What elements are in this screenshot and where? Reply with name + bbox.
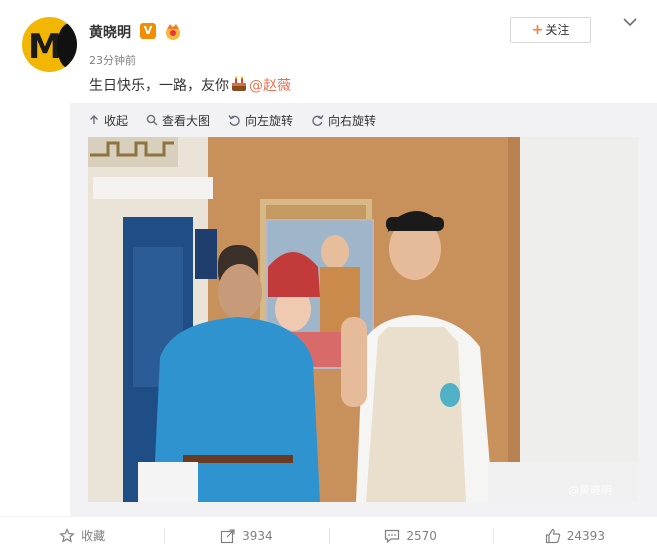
comment-icon bbox=[385, 529, 400, 543]
comment-button[interactable]: 2570 bbox=[328, 517, 493, 554]
verified-badge-icon: V bbox=[140, 23, 156, 39]
post-text-main: 生日快乐，一路，友你 bbox=[89, 78, 229, 94]
post-photo[interactable] bbox=[88, 137, 638, 502]
image-toolbar: 收起 查看大图 向左旋转 向右旋转 bbox=[88, 110, 394, 130]
post-text: 生日快乐，一路，友你 @赵薇 bbox=[89, 75, 291, 95]
crown-icon bbox=[166, 24, 180, 40]
photo-illustration bbox=[88, 137, 638, 502]
repost-icon bbox=[220, 528, 235, 543]
action-bar: 收藏 3934 2570 24393 bbox=[0, 516, 657, 554]
post-time[interactable]: 23分钟前 bbox=[89, 52, 136, 68]
mention-link[interactable]: @赵薇 bbox=[249, 78, 291, 94]
view-large-label: 查看大图 bbox=[162, 113, 211, 128]
rotate-right-button[interactable]: 向右旋转 bbox=[311, 110, 376, 130]
avatar-silhouette bbox=[57, 23, 77, 69]
avatar[interactable]: M bbox=[22, 17, 77, 72]
thumb-up-icon bbox=[545, 528, 561, 543]
chevron-down-icon[interactable] bbox=[622, 14, 638, 30]
username[interactable]: 黄晓明 bbox=[89, 22, 131, 42]
photo-watermark: @黄晓明 bbox=[568, 484, 612, 497]
collapse-arrow-icon bbox=[90, 115, 98, 124]
follow-button[interactable]: + 关注 bbox=[510, 17, 591, 43]
repost-count: 3934 bbox=[242, 528, 273, 543]
like-count: 24393 bbox=[566, 528, 605, 543]
rotate-left-label: 向左旋转 bbox=[245, 113, 294, 128]
rotate-left-icon bbox=[228, 114, 240, 126]
like-button[interactable]: 24393 bbox=[492, 517, 657, 554]
weibo-post-card: M 黄晓明 V 23分钟前 生日快乐，一路，友你 @赵薇 + 关注 收起 查看大… bbox=[0, 0, 657, 554]
star-icon bbox=[59, 527, 75, 543]
collapse-button[interactable]: 收起 bbox=[88, 110, 128, 130]
avatar-letter: M bbox=[28, 27, 62, 67]
favorite-button[interactable]: 收藏 bbox=[0, 517, 164, 554]
rotate-right-icon bbox=[312, 114, 324, 126]
comment-count: 2570 bbox=[406, 528, 437, 543]
plus-icon: + bbox=[531, 22, 544, 38]
rotate-right-label: 向右旋转 bbox=[328, 113, 377, 128]
collapse-label: 收起 bbox=[104, 113, 129, 128]
rotate-left-button[interactable]: 向左旋转 bbox=[228, 110, 293, 130]
search-icon bbox=[146, 114, 158, 126]
view-large-button[interactable]: 查看大图 bbox=[146, 110, 210, 130]
follow-label: 关注 bbox=[545, 23, 570, 37]
cake-emoji-icon bbox=[232, 76, 246, 91]
favorite-label: 收藏 bbox=[81, 529, 106, 543]
repost-button[interactable]: 3934 bbox=[164, 517, 328, 554]
